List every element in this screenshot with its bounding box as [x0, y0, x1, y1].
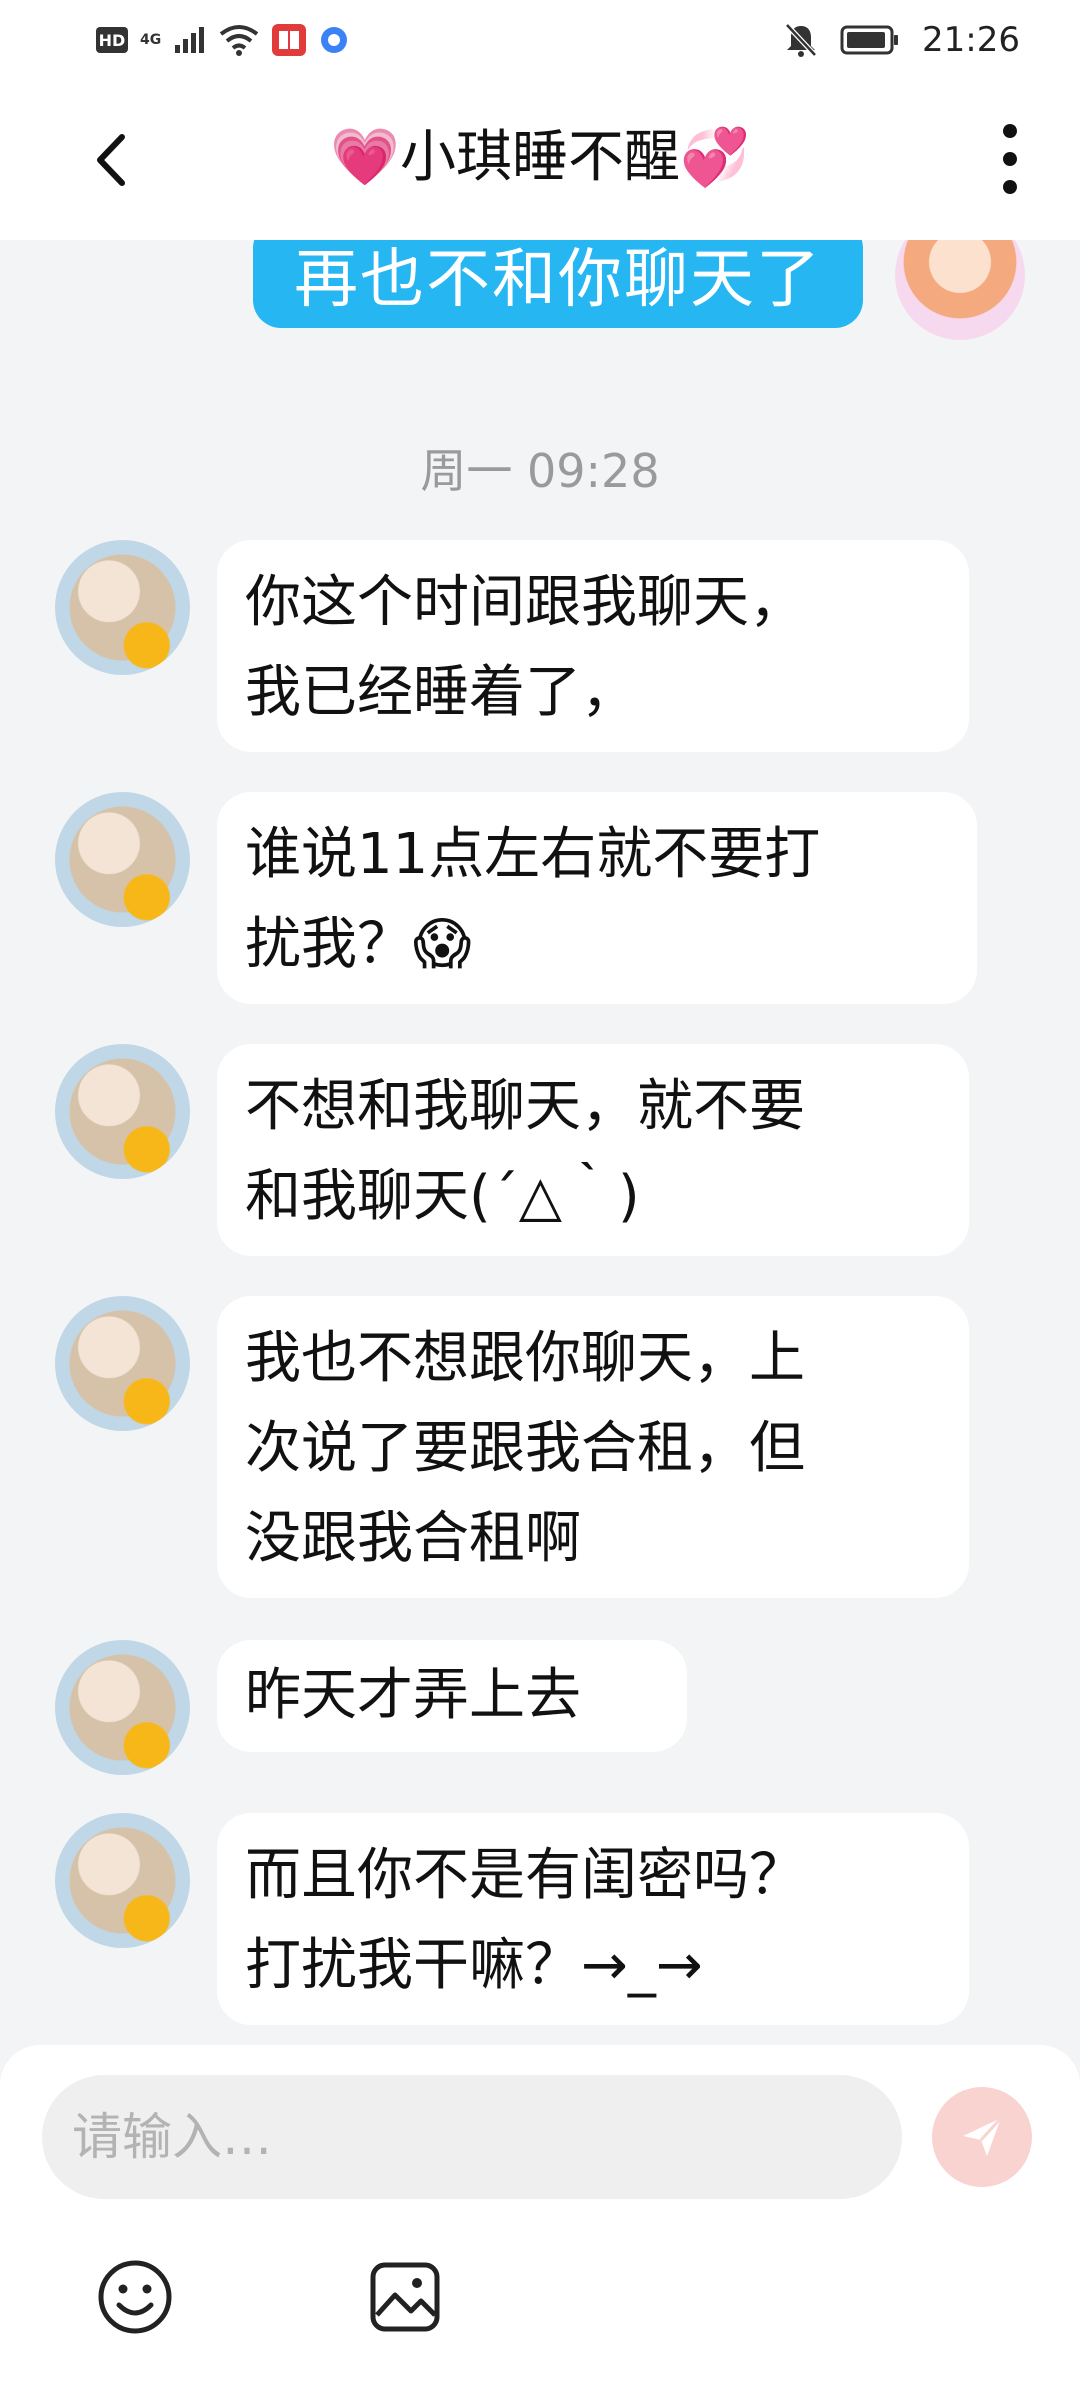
- message-bubble[interactable]: 昨天才弄上去: [217, 1640, 687, 1752]
- wifi-icon: [220, 25, 259, 56]
- more-options-button[interactable]: [998, 124, 1022, 194]
- browser-notification-icon: [321, 27, 348, 53]
- contact-avatar[interactable]: [55, 1296, 190, 1431]
- chat-area[interactable]: 再也不和你聊天了 周一 09:28 你这个时间跟我聊天， 我已经睡着了， 谁说1…: [0, 240, 1080, 2040]
- send-button[interactable]: [932, 2087, 1032, 2187]
- status-left: HD 4G: [96, 20, 349, 60]
- chat-title: 💗小琪睡不醒💞: [330, 125, 750, 190]
- emoji-icon: [98, 2260, 172, 2334]
- message-bubble[interactable]: 我也不想跟你聊天，上 次说了要跟我合租，但 没跟我合租啊: [217, 1296, 969, 1598]
- status-bar: HD 4G 21:26: [0, 0, 1080, 80]
- my-avatar[interactable]: [895, 240, 1025, 340]
- network-label: 4G: [140, 32, 162, 48]
- message-bubble[interactable]: 而且你不是有闺密吗？ 打扰我干嘛？→_→: [217, 1813, 969, 2025]
- image-button[interactable]: [365, 2257, 445, 2337]
- app-notification-icon: [272, 24, 307, 56]
- send-icon: [963, 2116, 1003, 2156]
- status-right: 21:26: [784, 20, 1020, 60]
- more-dot: [1003, 180, 1017, 194]
- more-dot: [1003, 152, 1017, 166]
- chat-header: 💗小琪睡不醒💞: [0, 80, 1080, 240]
- message-bubble[interactable]: 不想和我聊天，就不要 和我聊天(´△｀): [217, 1044, 969, 1256]
- sent-message-bubble[interactable]: 再也不和你聊天了: [253, 240, 863, 328]
- chat-timestamp: 周一 09:28: [420, 444, 660, 498]
- contact-avatar[interactable]: [55, 1640, 190, 1775]
- input-bar: [0, 2045, 1080, 2400]
- mute-bell-icon: [785, 23, 817, 57]
- battery-icon: [840, 25, 899, 55]
- contact-avatar[interactable]: [55, 792, 190, 927]
- contact-avatar[interactable]: [55, 540, 190, 675]
- contact-avatar[interactable]: [55, 1044, 190, 1179]
- status-time: 21:26: [922, 20, 1020, 60]
- hd-badge: HD: [96, 27, 128, 53]
- sent-message-row: 再也不和你聊天了: [0, 240, 1080, 340]
- more-dot: [1003, 124, 1017, 138]
- signal-icon: [175, 27, 205, 53]
- image-icon: [370, 2262, 440, 2332]
- emoji-button[interactable]: [95, 2257, 175, 2337]
- message-input[interactable]: [42, 2075, 902, 2199]
- contact-avatar[interactable]: [55, 1813, 190, 1948]
- message-bubble[interactable]: 你这个时间跟我聊天， 我已经睡着了，: [217, 540, 969, 752]
- message-bubble[interactable]: 谁说11点左右就不要打 扰我？😱: [217, 792, 977, 1004]
